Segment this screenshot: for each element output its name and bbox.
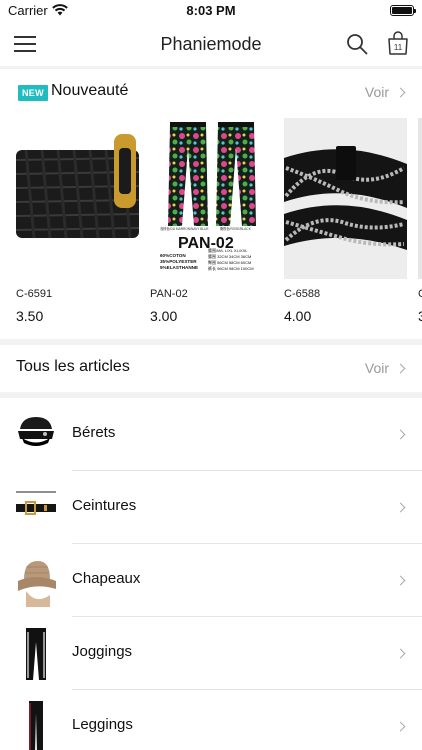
see-all-label: Voir [364, 84, 389, 100]
chevron-right-icon [395, 502, 406, 513]
category-item-leggings[interactable]: Leggings [0, 690, 422, 750]
svg-text:臀围 56CM 58CM 60CM: 臀围 56CM 58CM 60CM [208, 259, 251, 265]
product-card[interactable]: C-6588 4.00 [284, 118, 407, 324]
category-image-beret [16, 409, 56, 461]
product-price: 3 [418, 308, 422, 324]
svg-text:浅棕色/DU MARRON/NAVY BLUE: 浅棕色/DU MARRON/NAVY BLUE [160, 226, 209, 231]
chevron-right-icon [395, 575, 406, 586]
category-image-jogging-pants [16, 628, 56, 680]
svg-text:腰围/M/L L/XL XL/XXL: 腰围/M/L L/XL XL/XXL [208, 247, 248, 253]
category-image-belt [16, 482, 56, 534]
product-price: 4.00 [284, 308, 312, 324]
svg-text:5%ELASTHANNE: 5%ELASTHANNE [160, 265, 198, 270]
new-items-see-all-link[interactable]: Voir [364, 84, 406, 100]
navigation-bar: Phaniemode 11 [0, 22, 422, 66]
status-bar: Carrier 8:03 PM [0, 0, 422, 22]
svg-text:腰围 32CM 34CM 36CM: 腰围 32CM 34CM 36CM [208, 253, 251, 259]
new-products-carousel[interactable]: C-6591 3.50 浅棕色/DU MARRON/NAVY BLUE 橄榄色/… [0, 118, 422, 338]
chevron-right-icon [395, 648, 406, 659]
clock: 8:03 PM [186, 3, 236, 18]
product-image-rhinestone-belt [284, 118, 407, 279]
svg-text:裤长 96CM 98CM 100CM: 裤长 96CM 98CM 100CM [208, 265, 254, 271]
product-price: 3.00 [150, 308, 178, 324]
product-code: C-6588 [284, 288, 321, 300]
shopping-bag-icon[interactable]: 11 [387, 31, 409, 55]
all-items-see-all-link[interactable]: Voir [364, 360, 406, 376]
new-items-header: NEW Nouveauté Voir [0, 69, 422, 115]
product-card[interactable]: C 3 [418, 118, 422, 324]
product-code: PAN-02 [150, 288, 188, 300]
all-items-header: Tous les articles Voir [0, 345, 422, 391]
category-label: Leggings [72, 716, 133, 733]
category-item-berets[interactable]: Bérets [0, 398, 422, 471]
new-items-title: Nouveauté [51, 82, 129, 99]
chevron-right-icon [395, 721, 406, 732]
all-items-title: Tous les articles [16, 358, 130, 375]
category-label: Ceintures [72, 497, 137, 514]
category-item-ceintures[interactable]: Ceintures [0, 471, 422, 544]
product-code: C [418, 288, 422, 300]
new-badge: NEW [18, 85, 48, 101]
chevron-right-icon [395, 87, 406, 97]
product-image-braided-belt [16, 118, 139, 279]
category-image-straw-hat [16, 555, 56, 607]
search-icon[interactable] [346, 33, 368, 55]
category-label: Bérets [72, 424, 116, 441]
cart-count: 11 [394, 43, 403, 52]
category-label: Chapeaux [72, 570, 141, 587]
svg-text:橄榄色/ROSE/BLACK: 橄榄色/ROSE/BLACK [220, 226, 252, 231]
svg-text:35%POLYESTER: 35%POLYESTER [160, 259, 197, 264]
chevron-right-icon [395, 363, 406, 373]
product-code: C-6591 [16, 288, 53, 300]
product-price: 3.50 [16, 308, 44, 324]
category-label: Joggings [72, 643, 133, 660]
product-image [418, 118, 422, 279]
product-image-floral-pants: 浅棕色/DU MARRON/NAVY BLUE 橄榄色/ROSE/BLACK P… [150, 118, 273, 279]
battery-icon [390, 5, 416, 16]
category-item-chapeaux[interactable]: Chapeaux [0, 544, 422, 617]
category-image-leggings [16, 701, 56, 750]
svg-text:60%COTON: 60%COTON [160, 253, 186, 258]
product-card[interactable]: 浅棕色/DU MARRON/NAVY BLUE 橄榄色/ROSE/BLACK P… [150, 118, 273, 324]
product-card[interactable]: C-6591 3.50 [16, 118, 139, 324]
category-item-joggings[interactable]: Joggings [0, 617, 422, 690]
see-all-label: Voir [364, 360, 389, 376]
chevron-right-icon [395, 429, 406, 440]
